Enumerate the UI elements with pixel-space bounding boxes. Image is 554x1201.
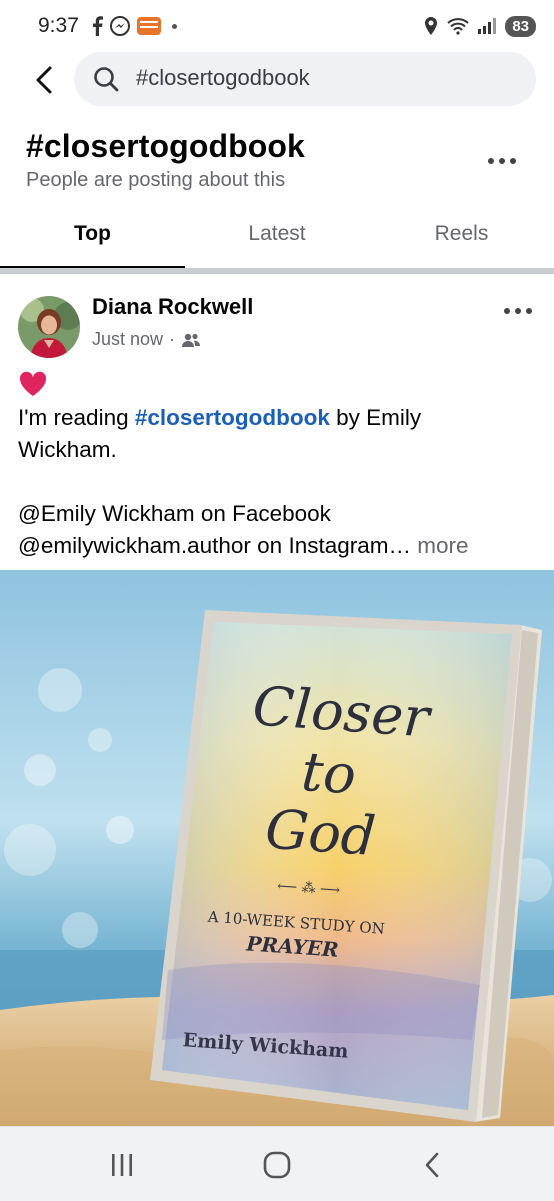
avatar[interactable] xyxy=(18,296,80,358)
app-badge-icon xyxy=(137,17,161,35)
tab-latest[interactable]: Latest xyxy=(185,202,369,266)
system-back-button[interactable] xyxy=(402,1145,462,1185)
more-dot-icon xyxy=(526,308,532,314)
back-chevron-icon xyxy=(425,1152,439,1178)
page-subtitle: People are posting about this xyxy=(26,169,286,191)
system-navigation-bar xyxy=(0,1126,554,1201)
meta-separator: · xyxy=(169,329,176,349)
status-bar: 9:37 83 xyxy=(0,0,554,52)
messenger-icon xyxy=(110,16,130,36)
home-button[interactable] xyxy=(247,1145,307,1185)
book-title-line3: God xyxy=(263,797,377,868)
post-author[interactable]: Diana Rockwell xyxy=(92,294,253,320)
text-segment: by Emily xyxy=(329,405,422,430)
more-dot-icon xyxy=(515,308,521,314)
more-dot-icon xyxy=(499,158,505,164)
search-icon xyxy=(94,67,119,92)
tab-bar: Top Latest Reels xyxy=(0,202,554,270)
hashtag-link[interactable]: #closertogodbook xyxy=(135,405,330,430)
friends-audience-icon xyxy=(182,333,201,347)
wifi-icon xyxy=(447,18,469,35)
post-time[interactable]: Just now xyxy=(92,329,163,350)
recent-apps-button[interactable] xyxy=(92,1145,152,1185)
back-button[interactable] xyxy=(24,60,64,100)
home-icon xyxy=(263,1151,291,1179)
back-arrow-icon xyxy=(36,66,52,94)
facebook-icon xyxy=(93,16,103,36)
post-options-button[interactable] xyxy=(498,298,538,324)
search-input[interactable]: #closertogodbook xyxy=(74,52,536,106)
location-icon xyxy=(425,17,438,35)
status-time: 9:37 xyxy=(38,14,79,37)
text-segment: I'm reading xyxy=(18,405,135,430)
post-text-line: @Emily Wickham on Facebook xyxy=(18,501,331,526)
search-query: #closertogodbook xyxy=(136,65,310,90)
post-text-line: @emilywickham.author on Instagram… more xyxy=(18,530,538,562)
more-dot-icon xyxy=(510,158,516,164)
more-dot-icon xyxy=(504,308,510,314)
see-more-link[interactable]: more xyxy=(417,533,468,558)
signal-icon xyxy=(478,18,497,34)
status-right: 83 xyxy=(423,13,536,39)
text-segment: @emilywickham.author on Instagram… xyxy=(18,533,411,558)
post-text-line: Wickham. xyxy=(18,437,117,462)
more-dot-icon xyxy=(488,158,494,164)
post-text-line: I'm reading #closertogodbook by Emily xyxy=(18,402,538,434)
section-divider xyxy=(0,268,554,274)
book-photo: Closer to God ⟵ ⁂ ⟶ A 10-WEEK STUDY ON P… xyxy=(0,570,554,1130)
dot-icon xyxy=(172,23,177,29)
book-title-line1: Closer xyxy=(251,674,435,749)
post-image[interactable]: Closer to God ⟵ ⁂ ⟶ A 10-WEEK STUDY ON P… xyxy=(0,570,554,1130)
book-title-line2: to xyxy=(300,740,358,807)
tab-top[interactable]: Top xyxy=(0,202,185,266)
tab-reels[interactable]: Reels xyxy=(369,202,554,266)
post-meta: Just now · xyxy=(92,329,201,350)
hashtag-header: #closertogodbook People are posting abou… xyxy=(26,128,536,192)
search-row: #closertogodbook xyxy=(0,52,554,112)
battery-indicator: 83 xyxy=(505,15,536,37)
avatar-image xyxy=(18,296,80,358)
notification-icons xyxy=(90,14,177,38)
more-options-button[interactable] xyxy=(482,146,522,176)
page-title: #closertogodbook xyxy=(26,128,305,164)
post-text: I'm reading #closertogodbook by Emily Wi… xyxy=(18,368,538,562)
heart-emoji-icon xyxy=(18,368,538,402)
recent-apps-icon xyxy=(112,1154,132,1176)
